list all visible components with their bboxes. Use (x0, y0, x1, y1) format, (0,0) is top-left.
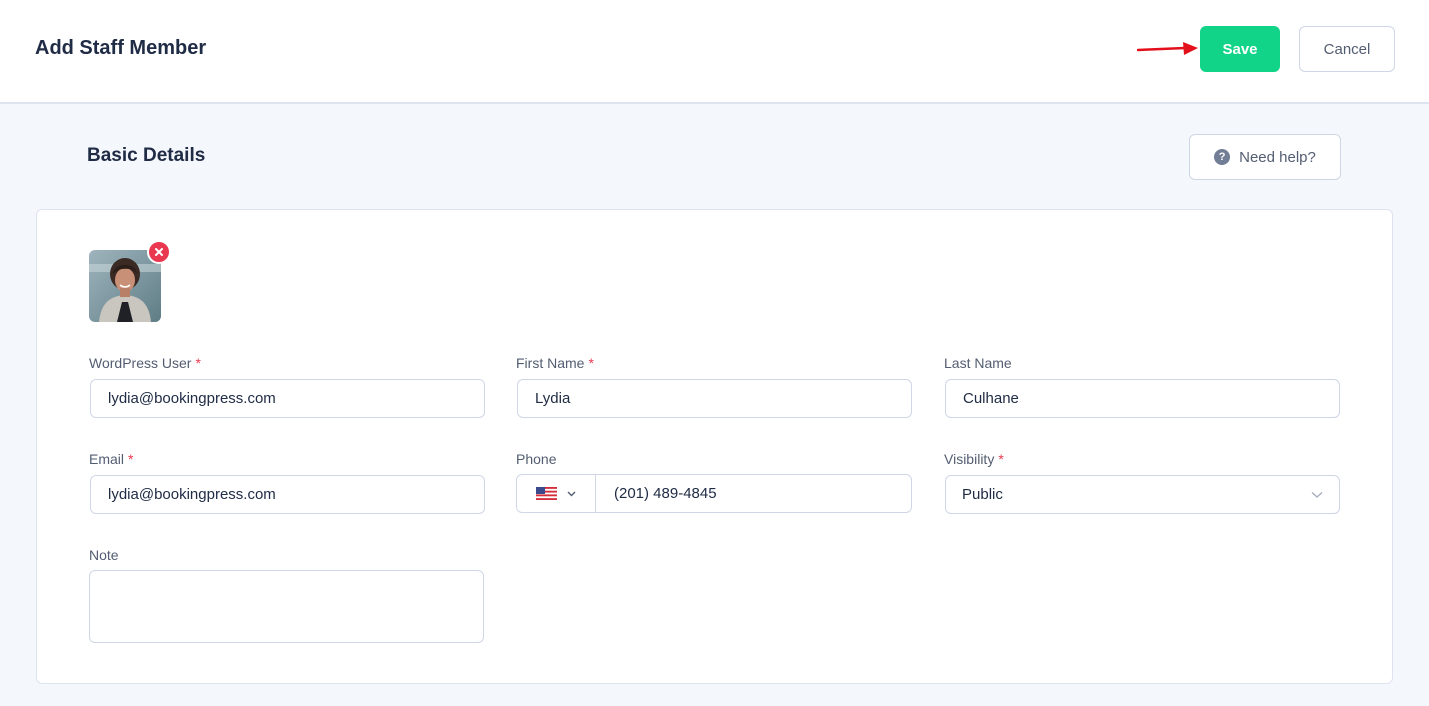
save-button[interactable]: Save (1200, 26, 1280, 72)
visibility-label: Visibility * (944, 451, 1004, 467)
section-title: Basic Details (87, 145, 206, 166)
first-name-input[interactable] (517, 379, 912, 418)
note-label: Note (89, 547, 119, 563)
page-title: Add Staff Member (35, 37, 207, 59)
first-name-label: First Name * (516, 355, 594, 371)
wordpress-user-input[interactable] (90, 379, 485, 418)
note-textarea[interactable] (89, 570, 484, 643)
visibility-select[interactable]: Public (945, 475, 1340, 514)
email-label: Email * (89, 451, 134, 467)
visibility-value: Public (962, 486, 1003, 503)
need-help-label: Need help? (1239, 148, 1316, 166)
close-icon (155, 248, 163, 256)
phone-field (516, 474, 912, 513)
last-name-label: Last Name (944, 355, 1012, 371)
wordpress-user-label: WordPress User * (89, 355, 201, 371)
phone-input[interactable] (596, 475, 911, 512)
annotation-arrow-icon (1137, 42, 1198, 55)
chevron-down-icon (1311, 491, 1323, 498)
question-circle-icon: ? (1214, 149, 1231, 165)
cancel-button[interactable]: Cancel (1299, 26, 1395, 72)
chevron-down-icon (567, 491, 576, 496)
phone-label: Phone (516, 451, 557, 467)
page-header: Add Staff Member Save Cancel (0, 0, 1429, 104)
us-flag-icon (536, 487, 557, 500)
country-code-select[interactable] (517, 475, 596, 512)
last-name-input[interactable] (945, 379, 1340, 418)
email-field[interactable] (90, 475, 485, 514)
need-help-button[interactable]: ? Need help? (1189, 134, 1341, 180)
remove-photo-button[interactable] (147, 240, 171, 264)
